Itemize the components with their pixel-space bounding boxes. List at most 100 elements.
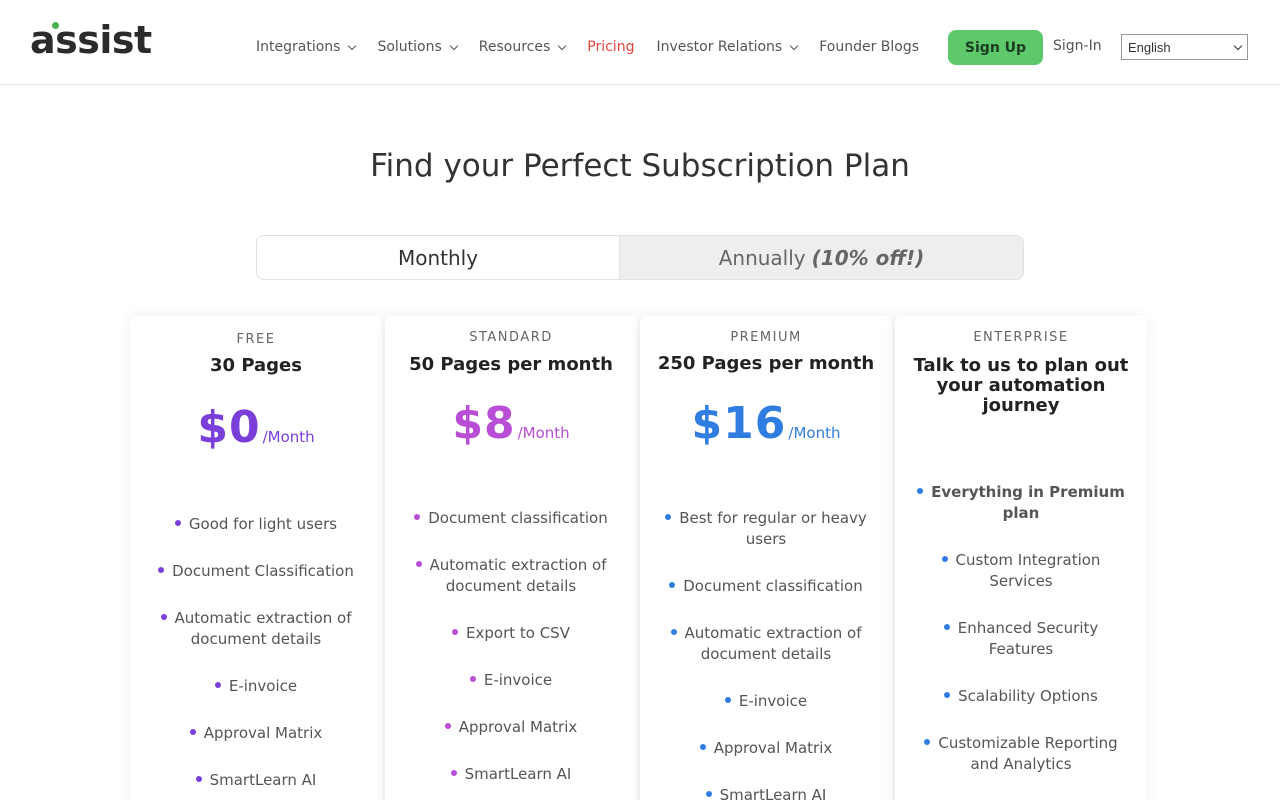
assist-logo[interactable]: assist [30, 18, 152, 62]
bullet-icon [699, 744, 706, 750]
billing-monthly-option[interactable]: Monthly [257, 236, 620, 279]
price-amount: $0 [197, 402, 261, 453]
list-item: Document Classification [152, 561, 360, 582]
list-item: E-invoice [407, 670, 615, 691]
monthly-label: Monthly [397, 245, 479, 270]
sign-in-link[interactable]: Sign-In [1053, 38, 1102, 54]
bullet-icon [189, 729, 196, 735]
site-header: assist Integrations Solutions Resources … [0, 0, 1280, 85]
annual-label: Annually [718, 245, 806, 270]
list-item: E-invoice [152, 676, 360, 697]
plan-features: Document classification Automatic extrac… [385, 508, 637, 800]
list-item: Scalability Options [917, 686, 1125, 707]
nav-resources[interactable]: Resources [478, 39, 567, 55]
nav-integrations[interactable]: Integrations [256, 39, 357, 55]
bullet-icon [174, 520, 181, 526]
plan-pages: 250 Pages per month [657, 353, 875, 374]
annual-discount: (10% off!) [811, 245, 925, 270]
plan-pages: 50 Pages per month [409, 354, 613, 375]
plan-card-standard: STANDARD 50 Pages per month $8 /Month Do… [385, 316, 637, 800]
sign-up-button[interactable]: Sign Up [948, 30, 1043, 65]
list-item: Approval Matrix [407, 717, 615, 738]
bullet-icon [941, 556, 948, 562]
bullet-icon [452, 629, 459, 635]
logo-dot-icon [52, 22, 59, 29]
list-item: Approval Matrix [662, 738, 870, 759]
bullet-icon [414, 514, 421, 520]
bullet-icon [669, 582, 676, 588]
nav-label: Investor Relations [656, 39, 783, 55]
list-item: Custom Integration Services [917, 550, 1125, 592]
plan-features: Best for regular or heavy users Document… [640, 508, 892, 800]
plan-card-enterprise: ENTERPRISE Talk to us to plan out your a… [895, 316, 1147, 800]
plan-card-premium: PREMIUM 250 Pages per month $16 /Month B… [640, 316, 892, 800]
bullet-icon [444, 723, 451, 729]
bullet-icon [705, 791, 712, 797]
list-item: Automatic extraction of document details [407, 555, 615, 597]
nav-solutions[interactable]: Solutions [377, 39, 459, 55]
list-item: E-invoice [662, 691, 870, 712]
price-amount: $8 [452, 398, 516, 449]
plan-tier: PREMIUM [730, 330, 802, 345]
nav-label: Solutions [377, 39, 442, 55]
language-value: English [1128, 39, 1171, 55]
billing-annual-option[interactable]: Annually (10% off!) [620, 236, 1023, 279]
plan-tier: ENTERPRISE [973, 330, 1069, 345]
language-select[interactable]: English [1121, 34, 1248, 60]
list-item: SmartLearn AI [662, 785, 870, 800]
chevron-down-icon [558, 41, 567, 50]
list-item: Document classification [407, 508, 615, 529]
list-item: Export to CSV [407, 623, 615, 644]
bullet-icon [160, 614, 167, 620]
billing-toggle: Monthly Annually (10% off!) [256, 235, 1024, 280]
chevron-down-icon [449, 41, 459, 50]
bullet-icon [917, 488, 924, 494]
price-period: /Month [788, 424, 841, 442]
price-period: /Month [262, 428, 315, 446]
plan-card-free: FREE 30 Pages $0 /Month Good for light u… [130, 316, 382, 800]
bullet-icon [943, 624, 950, 630]
list-item: Enhanced Security Features [917, 618, 1125, 660]
list-item: Customizable Reporting and Analytics [917, 733, 1125, 775]
list-item: Document classification [662, 576, 870, 597]
bullet-icon [724, 697, 731, 703]
nav-investor-relations[interactable]: Investor Relations [656, 39, 799, 55]
list-item: Best for regular or heavy users [662, 508, 870, 550]
bullet-icon [158, 567, 165, 573]
plan-price: $8 /Month [385, 398, 637, 449]
list-item: SmartLearn AI [152, 770, 360, 791]
nav-label: Integrations [256, 39, 341, 55]
plan-tier: FREE [236, 332, 276, 347]
price-period: /Month [517, 424, 570, 442]
page-title: Find your Perfect Subscription Plan [370, 148, 910, 184]
plan-pages: Talk to us to plan out your automation j… [913, 355, 1129, 416]
plan-features: Everything in Premium plan Custom Integr… [895, 482, 1147, 800]
plan-price: $16 /Month [640, 398, 892, 449]
list-item: Everything in Premium plan [917, 482, 1125, 524]
bullet-icon [214, 682, 221, 688]
bullet-icon [924, 739, 931, 745]
nav-label: Resources [478, 39, 551, 55]
nav-label: Founder Blogs [819, 39, 920, 55]
list-item: Automatic extraction of document details [152, 608, 360, 650]
nav-pricing[interactable]: Pricing [587, 39, 634, 55]
plan-tier: STANDARD [469, 330, 553, 345]
logo-text: assist [30, 18, 152, 62]
plan-price: $0 /Month [130, 402, 382, 453]
chevron-down-icon [348, 41, 357, 50]
main-nav: Integrations Solutions Resources Pricing… [256, 30, 941, 64]
list-item: Automatic extraction of document details [662, 623, 870, 665]
nav-label: Pricing [587, 39, 635, 55]
plan-features: Good for light users Document Classifica… [130, 514, 382, 800]
chevron-down-icon [1233, 41, 1243, 51]
bullet-icon [670, 629, 677, 635]
bullet-icon [469, 676, 476, 682]
list-item: Good for light users [152, 514, 360, 535]
list-item: Approval Matrix [152, 723, 360, 744]
bullet-icon [450, 770, 457, 776]
nav-founder-blogs[interactable]: Founder Blogs [819, 39, 919, 55]
plan-pages: 30 Pages [210, 355, 302, 376]
chevron-down-icon [789, 41, 799, 50]
bullet-icon [195, 776, 202, 782]
bullet-icon [944, 692, 951, 698]
